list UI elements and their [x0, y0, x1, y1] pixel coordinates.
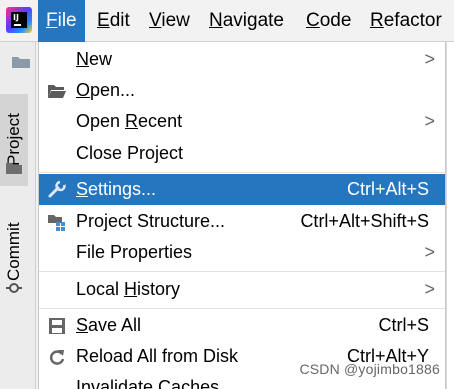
file-menu-dropdown: New > Open... Open Recent > Close Projec…	[38, 42, 446, 389]
menu-separator	[39, 271, 445, 272]
submenu-arrow-icon: >	[424, 242, 435, 262]
menu-separator	[39, 172, 445, 173]
watermark: CSDN @yojimbo1886	[299, 361, 440, 377]
app-logo-icon: IJ	[6, 7, 32, 33]
submenu-arrow-icon: >	[424, 49, 435, 69]
menu-item-project-structure[interactable]: Project Structure... Ctrl+Alt+Shift+S	[39, 206, 445, 237]
menu-code[interactable]: Code	[298, 0, 359, 42]
save-icon	[49, 318, 65, 334]
open-folder-icon	[48, 85, 66, 98]
reload-icon	[49, 350, 65, 365]
menu-separator	[39, 308, 445, 309]
submenu-arrow-icon: >	[424, 111, 435, 131]
menu-refactor[interactable]: Refactor	[362, 0, 450, 42]
commit-icon	[6, 283, 22, 293]
editor-edge	[446, 42, 454, 389]
menu-item-open[interactable]: Open...	[39, 75, 445, 106]
menu-item-settings[interactable]: Settings... Ctrl+Alt+S	[39, 174, 445, 205]
menu-item-local-history[interactable]: Local History >	[39, 274, 445, 305]
menu-bar: IJ File Edit View Navigate Code Refactor	[0, 0, 454, 42]
menu-view[interactable]: View	[141, 0, 198, 42]
menu-item-new[interactable]: New >	[39, 44, 445, 75]
menu-item-open-recent[interactable]: Open Recent >	[39, 106, 445, 137]
submenu-arrow-icon: >	[424, 279, 435, 299]
tab-project-label: Project	[4, 113, 23, 167]
tab-commit-label: Commit	[4, 222, 23, 282]
project-folder-icon[interactable]	[11, 55, 31, 69]
menu-item-close-project[interactable]: Close Project	[39, 138, 445, 169]
wrench-icon	[48, 181, 66, 198]
menu-navigate[interactable]: Navigate	[201, 0, 292, 42]
left-tool-strip: Project Commit	[0, 42, 36, 389]
project-tab-folder-icon	[6, 163, 22, 174]
menu-item-file-properties[interactable]: File Properties >	[39, 237, 445, 268]
menu-edit[interactable]: Edit	[89, 0, 138, 42]
menu-file[interactable]: File	[38, 0, 85, 42]
project-structure-icon	[48, 215, 65, 231]
menu-item-save-all[interactable]: Save All Ctrl+S	[39, 310, 445, 341]
